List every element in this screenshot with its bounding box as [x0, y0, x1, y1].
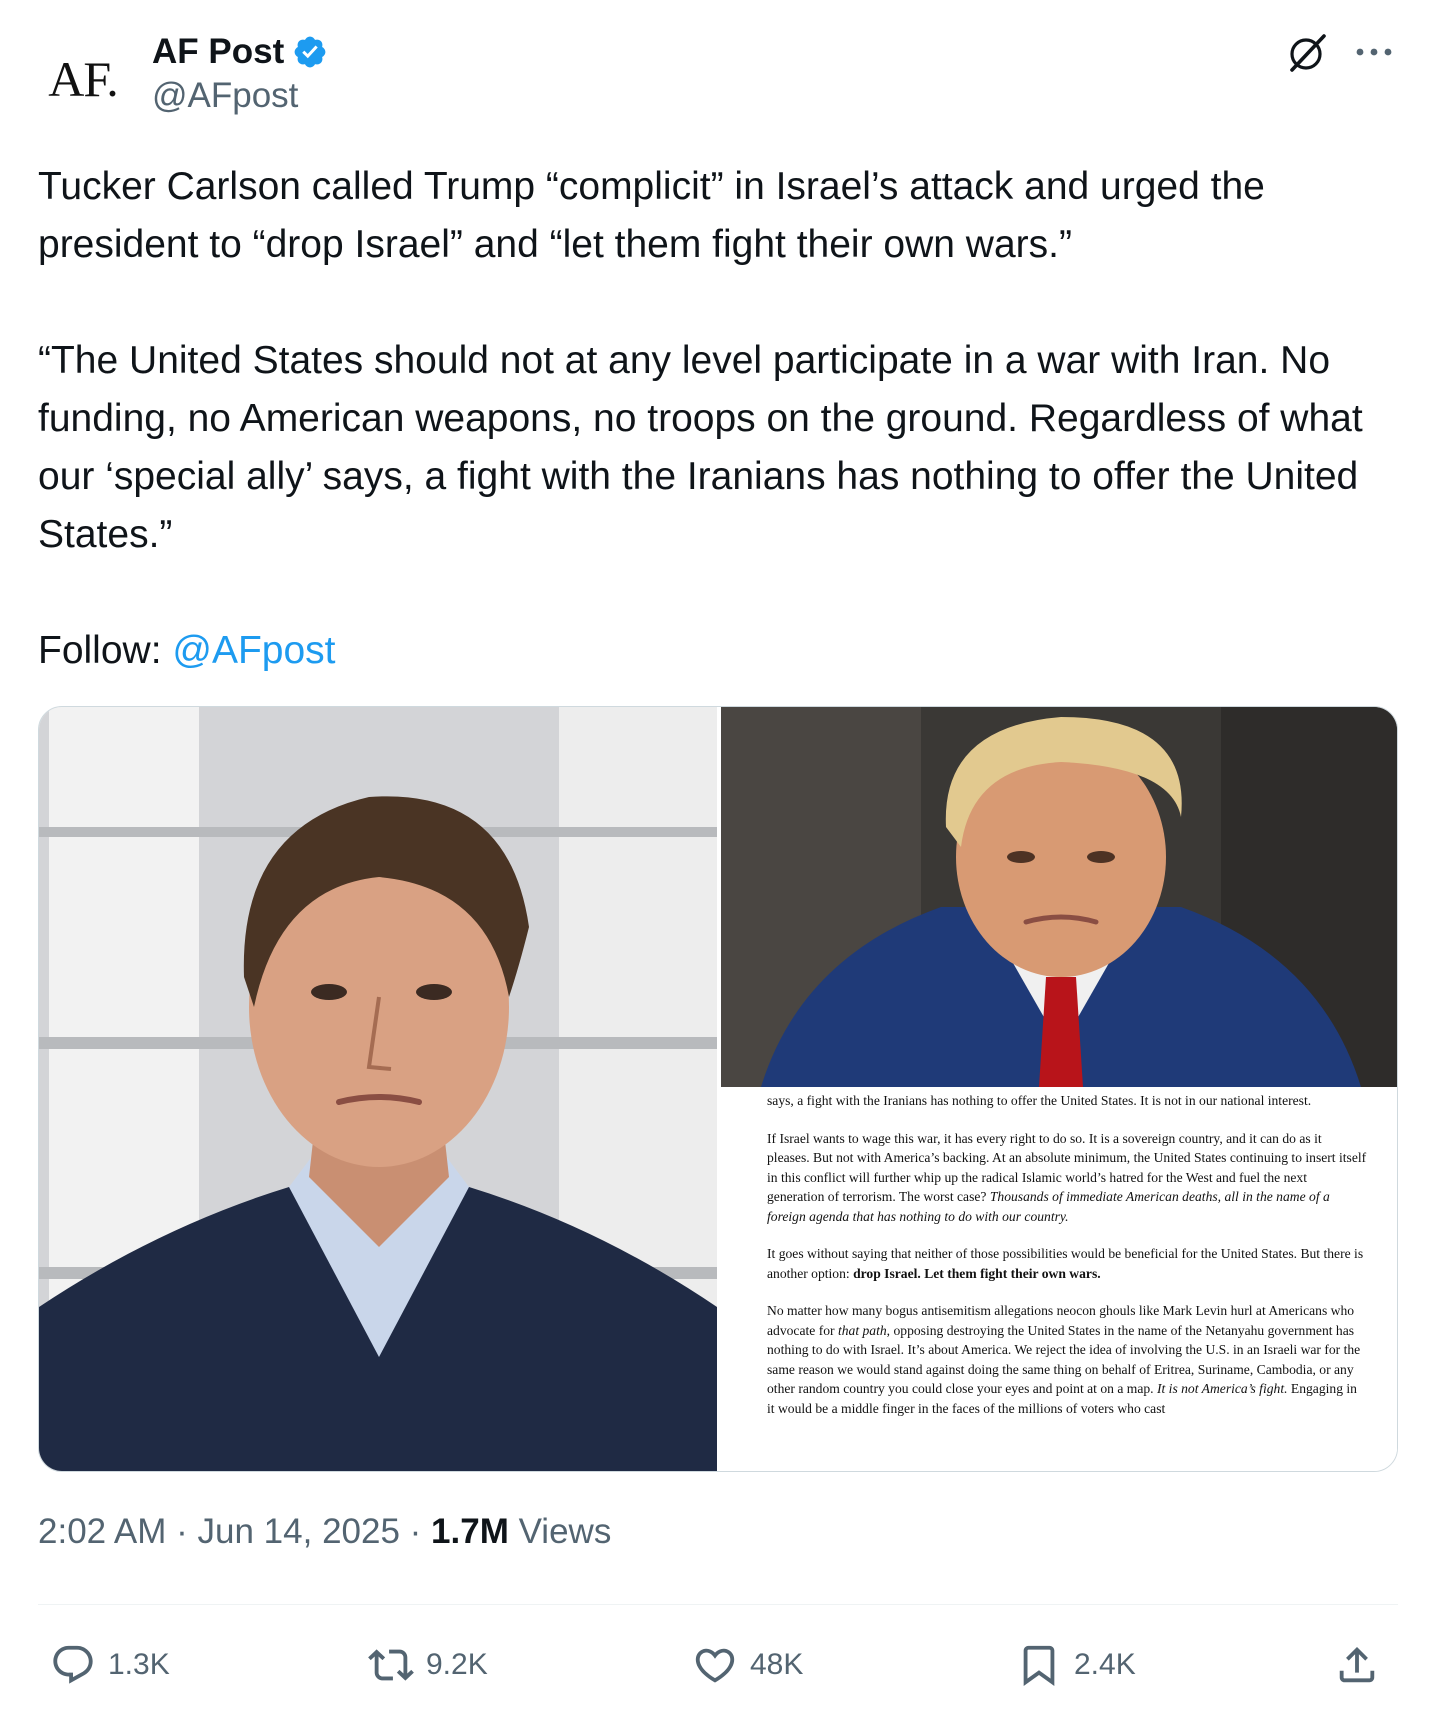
verified-badge-icon	[294, 36, 326, 68]
avatar[interactable]: AF.	[38, 34, 128, 124]
tweet-text: Tucker Carlson called Trump “complicit” …	[38, 158, 1408, 680]
portrait-photo-left	[39, 707, 717, 1471]
repost-button[interactable]: 9.2K	[368, 1630, 488, 1700]
document-paragraph-3: It goes without saying that neither of t…	[767, 1244, 1367, 1283]
reply-button[interactable]: 1.3K	[50, 1630, 170, 1700]
media-photo-left[interactable]	[39, 707, 717, 1471]
repost-icon	[368, 1649, 414, 1681]
tweet-paragraph-1: Tucker Carlson called Trump “complicit” …	[38, 165, 1265, 266]
tweet-follow-line: Follow: @AFpost	[38, 622, 1408, 680]
divider	[38, 1604, 1398, 1605]
author-block: AF Post @AFpost	[152, 32, 328, 116]
meta-separator: ·	[399, 1512, 432, 1551]
share-button[interactable]	[1334, 1630, 1380, 1700]
like-button[interactable]: 48K	[692, 1630, 803, 1700]
meta-separator: ·	[166, 1512, 198, 1551]
document-paragraph-4-italic-a: that path	[837, 1322, 887, 1338]
views-label[interactable]: Views	[509, 1512, 612, 1552]
reply-count: 1.3K	[108, 1648, 170, 1681]
document-paragraph-1: says, a fight with the Iranians has noth…	[767, 1093, 1312, 1108]
follow-mention-link[interactable]: @AFpost	[172, 629, 335, 672]
tweet-date[interactable]: Jun 14, 2025	[198, 1512, 400, 1552]
bookmark-button[interactable]: 2.4K	[1016, 1630, 1136, 1700]
reply-icon	[53, 1645, 93, 1684]
follow-label: Follow:	[38, 629, 173, 672]
heart-icon	[695, 1648, 735, 1683]
like-count: 48K	[750, 1648, 804, 1681]
views-count[interactable]: 1.7M	[431, 1512, 509, 1552]
grok-icon[interactable]	[1284, 30, 1330, 76]
document-paragraph-3-bold: drop Israel. Let them fight their own wa…	[853, 1265, 1101, 1281]
media-grid: says, a fight with the Iranians has noth…	[38, 706, 1398, 1472]
handle[interactable]: @AFpost	[152, 76, 328, 116]
document-paragraph-4-italic-b: It is not America’s fight.	[1156, 1381, 1288, 1396]
name-row: AF Post	[152, 32, 328, 72]
bookmark-count: 2.4K	[1074, 1648, 1136, 1681]
bookmark-icon	[1023, 1645, 1055, 1686]
tweet: AF. AF Post @AFpost Tucker Carlson calle…	[0, 0, 1435, 1720]
portrait-photo-right	[721, 707, 1397, 1087]
media-photo-right[interactable]: says, a fight with the Iranians has noth…	[721, 707, 1397, 1471]
document-paragraph-4: No matter how many bogus antisemitism al…	[767, 1301, 1367, 1418]
avatar-logo: AF.	[48, 51, 118, 107]
tweet-time[interactable]: 2:02 AM	[38, 1512, 166, 1552]
tweet-meta: 2:02 AM · Jun 14, 2025 · 1.7M Views	[38, 1512, 611, 1552]
share-icon	[1339, 1646, 1375, 1683]
display-name[interactable]: AF Post	[152, 32, 284, 72]
action-bar: 1.3K 9.2K 48K 2.4K	[38, 1630, 1398, 1700]
portrait-photo-right-image	[721, 707, 1397, 1087]
document-paragraph-2: If Israel wants to wage this war, it has…	[767, 1129, 1367, 1227]
tweet-paragraph-2: “The United States should not at any lev…	[38, 339, 1363, 556]
repost-count: 9.2K	[426, 1648, 488, 1681]
more-options-icon[interactable]	[1352, 40, 1396, 64]
document-excerpt: says, a fight with the Iranians has noth…	[767, 1091, 1367, 1436]
